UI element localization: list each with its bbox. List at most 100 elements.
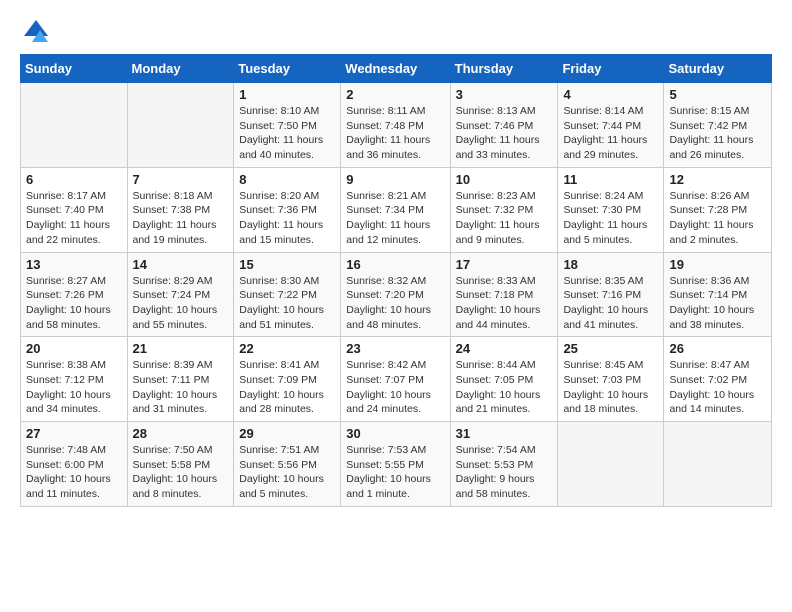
day-number: 19 (669, 257, 766, 272)
day-detail: Sunrise: 8:13 AMSunset: 7:46 PMDaylight:… (456, 104, 553, 163)
calendar-cell: 1 Sunrise: 8:10 AMSunset: 7:50 PMDaylight… (234, 83, 341, 168)
day-number: 9 (346, 172, 444, 187)
day-number: 6 (26, 172, 122, 187)
day-number: 26 (669, 341, 766, 356)
day-number: 7 (133, 172, 229, 187)
day-number: 12 (669, 172, 766, 187)
calendar-week-3: 13Sunrise: 8:27 AMSunset: 7:26 PMDayligh… (21, 252, 772, 337)
day-detail: Sunrise: 8:45 AMSunset: 7:03 PMDaylight:… (563, 358, 658, 417)
day-number: 21 (133, 341, 229, 356)
day-number: 8 (239, 172, 335, 187)
day-header-tuesday: Tuesday (234, 55, 341, 83)
day-detail: Sunrise: 8:33 AMSunset: 7:18 PMDaylight:… (456, 274, 553, 333)
day-detail: Sunrise: 8:38 AMSunset: 7:12 PMDaylight:… (26, 358, 122, 417)
calendar-cell: 11 Sunrise: 8:24 AMSunset: 7:30 PMDayligh… (558, 167, 664, 252)
day-number: 24 (456, 341, 553, 356)
day-header-monday: Monday (127, 55, 234, 83)
calendar-cell: 16 Sunrise: 8:32 AMSunset: 7:20 PMDayligh… (341, 252, 450, 337)
calendar-cell: 27Sunrise: 7:48 AMSunset: 6:00 PMDayligh… (21, 422, 128, 507)
day-number: 30 (346, 426, 444, 441)
calendar-cell: 23 Sunrise: 8:42 AMSunset: 7:07 PMDayligh… (341, 337, 450, 422)
day-detail: Sunrise: 8:42 AMSunset: 7:07 PMDaylight:… (346, 358, 444, 417)
day-number: 2 (346, 87, 444, 102)
day-detail: Sunrise: 8:30 AMSunset: 7:22 PMDaylight:… (239, 274, 335, 333)
calendar-cell: 31Sunrise: 7:54 AMSunset: 5:53 PMDayligh… (450, 422, 558, 507)
calendar-cell: 4 Sunrise: 8:14 AMSunset: 7:44 PMDaylight… (558, 83, 664, 168)
calendar-cell: 14 Sunrise: 8:29 AMSunset: 7:24 PMDayligh… (127, 252, 234, 337)
day-detail: Sunrise: 8:17 AMSunset: 7:40 PMDaylight:… (26, 189, 122, 248)
day-detail: Sunrise: 8:32 AMSunset: 7:20 PMDaylight:… (346, 274, 444, 333)
day-number: 13 (26, 257, 122, 272)
day-detail: Sunrise: 8:44 AMSunset: 7:05 PMDaylight:… (456, 358, 553, 417)
day-number: 1 (239, 87, 335, 102)
day-number: 3 (456, 87, 553, 102)
day-number: 20 (26, 341, 122, 356)
day-number: 25 (563, 341, 658, 356)
calendar-week-5: 27Sunrise: 7:48 AMSunset: 6:00 PMDayligh… (21, 422, 772, 507)
logo (20, 16, 56, 48)
day-detail: Sunrise: 8:39 AMSunset: 7:11 PMDaylight:… (133, 358, 229, 417)
day-header-saturday: Saturday (664, 55, 772, 83)
calendar-cell: 30Sunrise: 7:53 AMSunset: 5:55 PMDayligh… (341, 422, 450, 507)
day-detail: Sunrise: 8:26 AMSunset: 7:28 PMDaylight:… (669, 189, 766, 248)
calendar-cell (21, 83, 128, 168)
calendar-cell (558, 422, 664, 507)
day-detail: Sunrise: 8:14 AMSunset: 7:44 PMDaylight:… (563, 104, 658, 163)
page-container: SundayMondayTuesdayWednesdayThursdayFrid… (0, 0, 792, 523)
day-detail: Sunrise: 7:50 AMSunset: 5:58 PMDaylight:… (133, 443, 229, 502)
day-detail: Sunrise: 8:18 AMSunset: 7:38 PMDaylight:… (133, 189, 229, 248)
day-detail: Sunrise: 8:20 AMSunset: 7:36 PMDaylight:… (239, 189, 335, 248)
calendar-header-row: SundayMondayTuesdayWednesdayThursdayFrid… (21, 55, 772, 83)
header (20, 16, 772, 48)
calendar-cell: 22Sunrise: 8:41 AMSunset: 7:09 PMDayligh… (234, 337, 341, 422)
day-detail: Sunrise: 7:54 AMSunset: 5:53 PMDaylight:… (456, 443, 553, 502)
calendar-table: SundayMondayTuesdayWednesdayThursdayFrid… (20, 54, 772, 507)
calendar-cell: 17 Sunrise: 8:33 AMSunset: 7:18 PMDayligh… (450, 252, 558, 337)
logo-icon (20, 16, 52, 48)
day-number: 10 (456, 172, 553, 187)
calendar-cell: 12 Sunrise: 8:26 AMSunset: 7:28 PMDayligh… (664, 167, 772, 252)
calendar-week-4: 20 Sunrise: 8:38 AMSunset: 7:12 PMDayligh… (21, 337, 772, 422)
calendar-cell: 3 Sunrise: 8:13 AMSunset: 7:46 PMDaylight… (450, 83, 558, 168)
day-number: 29 (239, 426, 335, 441)
calendar-cell (127, 83, 234, 168)
day-detail: Sunrise: 8:10 AMSunset: 7:50 PMDaylight:… (239, 104, 335, 163)
day-number: 17 (456, 257, 553, 272)
day-number: 11 (563, 172, 658, 187)
calendar-cell: 2 Sunrise: 8:11 AMSunset: 7:48 PMDaylight… (341, 83, 450, 168)
day-number: 15 (239, 257, 335, 272)
calendar-week-1: 1 Sunrise: 8:10 AMSunset: 7:50 PMDaylight… (21, 83, 772, 168)
calendar-cell: 6 Sunrise: 8:17 AMSunset: 7:40 PMDaylight… (21, 167, 128, 252)
day-detail: Sunrise: 8:36 AMSunset: 7:14 PMDaylight:… (669, 274, 766, 333)
calendar-cell: 25 Sunrise: 8:45 AMSunset: 7:03 PMDayligh… (558, 337, 664, 422)
day-detail: Sunrise: 8:15 AMSunset: 7:42 PMDaylight:… (669, 104, 766, 163)
calendar-week-2: 6 Sunrise: 8:17 AMSunset: 7:40 PMDaylight… (21, 167, 772, 252)
day-number: 4 (563, 87, 658, 102)
calendar-cell: 8 Sunrise: 8:20 AMSunset: 7:36 PMDaylight… (234, 167, 341, 252)
calendar-cell: 26 Sunrise: 8:47 AMSunset: 7:02 PMDayligh… (664, 337, 772, 422)
day-header-wednesday: Wednesday (341, 55, 450, 83)
calendar-cell: 24 Sunrise: 8:44 AMSunset: 7:05 PMDayligh… (450, 337, 558, 422)
calendar-cell (664, 422, 772, 507)
day-detail: Sunrise: 8:29 AMSunset: 7:24 PMDaylight:… (133, 274, 229, 333)
day-header-sunday: Sunday (21, 55, 128, 83)
day-detail: Sunrise: 8:47 AMSunset: 7:02 PMDaylight:… (669, 358, 766, 417)
day-number: 14 (133, 257, 229, 272)
calendar-cell: 15 Sunrise: 8:30 AMSunset: 7:22 PMDayligh… (234, 252, 341, 337)
day-detail: Sunrise: 7:51 AMSunset: 5:56 PMDaylight:… (239, 443, 335, 502)
day-number: 18 (563, 257, 658, 272)
day-header-friday: Friday (558, 55, 664, 83)
day-header-thursday: Thursday (450, 55, 558, 83)
calendar-cell: 13Sunrise: 8:27 AMSunset: 7:26 PMDayligh… (21, 252, 128, 337)
day-detail: Sunrise: 8:11 AMSunset: 7:48 PMDaylight:… (346, 104, 444, 163)
calendar-cell: 29 Sunrise: 7:51 AMSunset: 5:56 PMDayligh… (234, 422, 341, 507)
day-detail: Sunrise: 8:24 AMSunset: 7:30 PMDaylight:… (563, 189, 658, 248)
calendar-cell: 10 Sunrise: 8:23 AMSunset: 7:32 PMDayligh… (450, 167, 558, 252)
day-number: 23 (346, 341, 444, 356)
calendar-cell: 5Sunrise: 8:15 AMSunset: 7:42 PMDaylight… (664, 83, 772, 168)
day-detail: Sunrise: 8:21 AMSunset: 7:34 PMDaylight:… (346, 189, 444, 248)
day-detail: Sunrise: 8:23 AMSunset: 7:32 PMDaylight:… (456, 189, 553, 248)
day-number: 28 (133, 426, 229, 441)
day-detail: Sunrise: 8:35 AMSunset: 7:16 PMDaylight:… (563, 274, 658, 333)
day-number: 16 (346, 257, 444, 272)
